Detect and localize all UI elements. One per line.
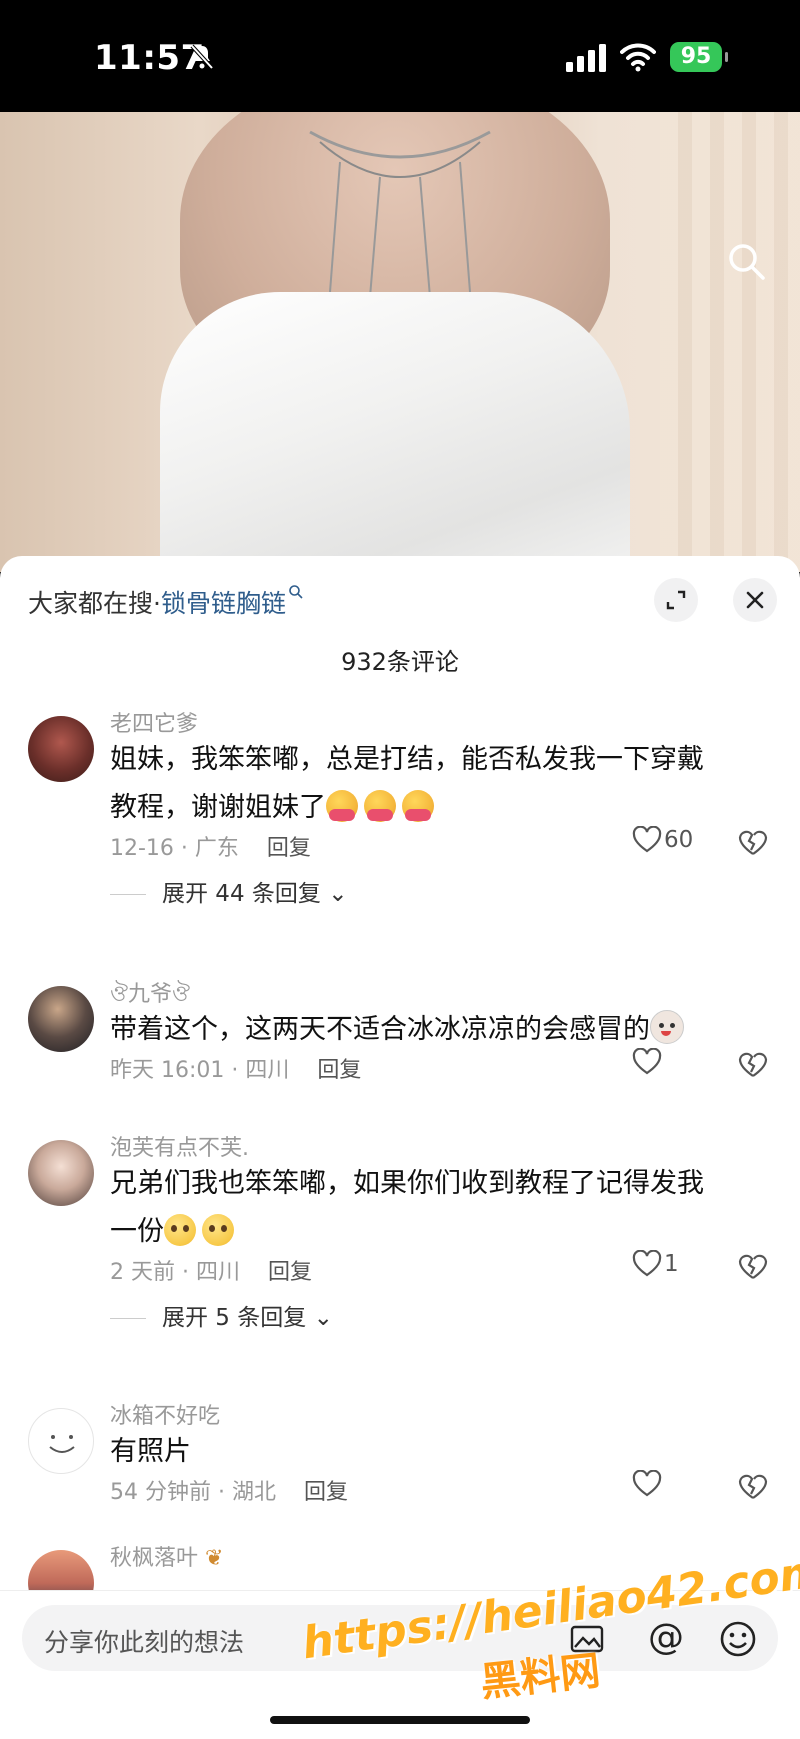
broken-heart-icon[interactable]	[738, 828, 768, 858]
chevron-down-icon: ⌄	[328, 881, 348, 907]
heart-icon	[632, 825, 662, 853]
avatar[interactable]	[28, 1140, 94, 1206]
avatar[interactable]	[28, 986, 94, 1052]
small-search-icon	[289, 585, 303, 599]
close-icon	[746, 591, 764, 609]
comment-username[interactable]: 泡芙有点不芙.	[110, 1130, 249, 1162]
comment-time-location: 昨天 16:01 · 四川	[110, 1058, 290, 1083]
expand-fullscreen-button[interactable]	[654, 578, 698, 622]
expand-replies-button[interactable]: 展开 44 条回复 ⌄	[110, 874, 347, 908]
expand-replies-label: 展开 5 条回复	[162, 1305, 307, 1331]
hot-search-prefix: 大家都在搜·	[28, 589, 161, 618]
comment-sheet: 大家都在搜·锁骨链胸链 932条评论 老四它爹 姐妹，我笨笨嘟，总是打结，能否私…	[0, 556, 800, 1738]
wifi-icon	[620, 43, 656, 72]
hug-emoji	[364, 790, 396, 822]
pleading-emoji	[202, 1214, 234, 1246]
emoji-icon[interactable]	[718, 1619, 758, 1659]
heart-icon	[632, 1047, 662, 1075]
comment-meta: 12-16 · 广东 回复	[110, 830, 311, 862]
comment-text[interactable]: 姐妹，我笨笨嘟，总是打结，能否私发我一下穿戴教程，谢谢姐妹了	[110, 736, 730, 832]
hug-emoji	[402, 790, 434, 822]
expand-replies-label: 展开 44 条回复	[162, 881, 321, 907]
comment-input-placeholder: 分享你此刻的想法	[44, 1628, 245, 1657]
status-bar: 11:57 95	[0, 0, 800, 112]
comment-text-content: 兄弟们我也笨笨嘟，如果你们收到教程了记得发我一份	[110, 1168, 704, 1247]
avatar[interactable]	[28, 716, 94, 782]
like-button[interactable]: 1	[632, 1249, 722, 1284]
hot-search-keyword[interactable]: 锁骨链胸链	[161, 589, 286, 618]
home-indicator	[270, 1716, 530, 1724]
close-button[interactable]	[733, 578, 777, 622]
status-time: 11:57	[94, 38, 205, 78]
expand-replies-button[interactable]: 展开 5 条回复 ⌄	[110, 1298, 333, 1332]
curtain-background	[660, 112, 800, 572]
heart-icon	[632, 1469, 662, 1497]
reply-button[interactable]: 回复	[304, 1480, 348, 1505]
comment-username[interactable]: 冰箱不好吃	[110, 1398, 220, 1430]
comment-time-location: 54 分钟前 · 湖北	[110, 1480, 276, 1505]
image-icon[interactable]	[567, 1619, 607, 1659]
broken-heart-icon[interactable]	[738, 1472, 768, 1502]
post-photo[interactable]	[0, 112, 800, 572]
comment-meta: 2 天前 · 四川 回复	[110, 1254, 312, 1286]
comment-username-text: 秋枫落叶	[110, 1546, 199, 1571]
comment-time-location: 12-16 · 广东	[110, 836, 239, 861]
battery-indicator: 95	[670, 42, 728, 72]
leaf-icon: ❦	[205, 1546, 224, 1571]
expand-icon	[666, 590, 686, 610]
broken-heart-icon[interactable]	[738, 1252, 768, 1282]
mention-icon[interactable]: @	[646, 1619, 686, 1659]
smiley-placeholder-icon	[49, 1435, 75, 1453]
like-count: 60	[664, 827, 694, 853]
comment-time-location: 2 天前 · 四川	[110, 1260, 240, 1285]
cellular-signal-icon	[566, 44, 606, 72]
comment-text[interactable]: 兄弟们我也笨笨嘟，如果你们收到教程了记得发我一份	[110, 1160, 730, 1256]
reply-button[interactable]: 回复	[268, 1260, 312, 1285]
like-count: 1	[664, 1251, 679, 1277]
pleading-emoji	[164, 1214, 196, 1246]
chevron-down-icon: ⌄	[313, 1305, 333, 1331]
cat-emoji	[650, 1010, 684, 1044]
like-button[interactable]	[632, 1047, 722, 1082]
comment-meta: 昨天 16:01 · 四川 回复	[110, 1052, 361, 1084]
comment-username[interactable]: 秋枫落叶 ❦	[110, 1540, 223, 1572]
reply-button[interactable]: 回复	[267, 836, 311, 861]
comment-text-content: 带着这个，这两天不适合冰冰凉凉的会感冒的	[110, 1014, 650, 1045]
broken-heart-icon[interactable]	[738, 1050, 768, 1080]
avatar[interactable]	[28, 1408, 94, 1474]
like-button[interactable]	[632, 1469, 722, 1504]
comment-text[interactable]: 带着这个，这两天不适合冰冰凉凉的会感冒的	[110, 1006, 730, 1054]
necklace-chains	[309, 130, 491, 298]
hug-emoji	[326, 790, 358, 822]
comment-text-content: 有照片	[110, 1436, 191, 1467]
bell-muted-icon	[190, 44, 214, 70]
heart-icon	[632, 1249, 662, 1277]
hot-search[interactable]: 大家都在搜·锁骨链胸链	[28, 584, 304, 620]
photo-white-shirt	[160, 292, 630, 572]
like-button[interactable]: 60	[632, 825, 722, 860]
search-icon[interactable]	[727, 242, 767, 282]
reply-button[interactable]: 回复	[317, 1058, 361, 1083]
comment-username[interactable]: 老四它爹	[110, 706, 198, 738]
comment-meta: 54 分钟前 · 湖北 回复	[110, 1474, 348, 1506]
comment-count: 932条评论	[341, 648, 459, 676]
comment-text[interactable]: 有照片	[110, 1428, 730, 1476]
comment-input[interactable]: 分享你此刻的想法 @	[22, 1605, 778, 1671]
